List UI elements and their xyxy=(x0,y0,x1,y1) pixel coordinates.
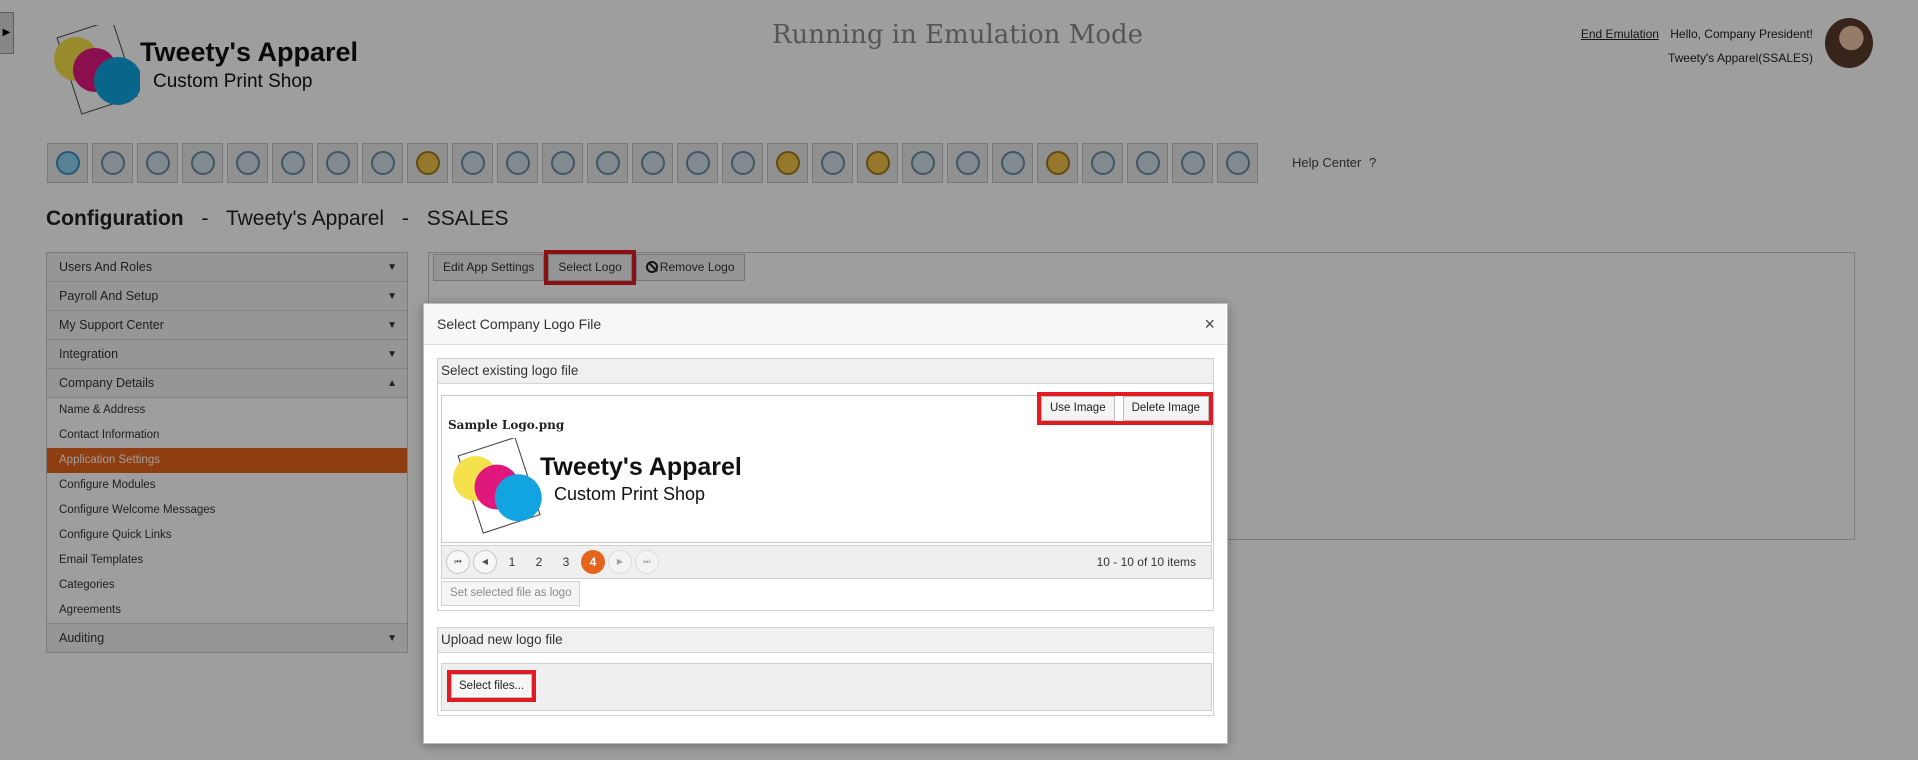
logo-image-list: Use Image Delete Image Sample Logo.png T… xyxy=(441,392,1214,543)
existing-logo-heading: Select existing logo file xyxy=(438,359,1213,384)
pager-info: 10 - 10 of 10 items xyxy=(1096,555,1196,569)
page-3[interactable]: 3 xyxy=(554,550,578,574)
pager: ⏮ ◀ 1 2 3 4 ▶ ⏭ 10 - 10 of 10 items xyxy=(441,545,1212,579)
upload-dropzone[interactable]: Select files... xyxy=(441,663,1212,711)
preview-title: Tweety's Apparel xyxy=(540,453,742,481)
preview-subtitle: Custom Print Shop xyxy=(554,484,706,504)
set-selected-logo-button[interactable]: Set selected file as logo xyxy=(441,581,581,606)
image-actions: Use Image Delete Image xyxy=(1036,392,1214,425)
logo-circles-icon xyxy=(453,436,542,534)
first-page-icon[interactable]: ⏮ xyxy=(446,550,470,574)
prev-page-icon[interactable]: ◀ xyxy=(473,550,497,574)
page-2[interactable]: 2 xyxy=(527,550,551,574)
existing-logo-section: Select existing logo file Use Image Dele… xyxy=(437,358,1214,611)
select-logo-dialog: Select Company Logo File × Select existi… xyxy=(423,303,1228,744)
next-page-icon[interactable]: ▶ xyxy=(608,550,632,574)
last-page-icon[interactable]: ⏭ xyxy=(635,550,659,574)
use-image-button[interactable]: Use Image xyxy=(1040,396,1115,421)
upload-logo-section: Upload new logo file Select files... xyxy=(437,627,1214,716)
select-files-button[interactable]: Select files... xyxy=(446,670,537,702)
close-icon[interactable]: × xyxy=(1204,304,1215,345)
page-4-current[interactable]: 4 xyxy=(581,550,605,574)
file-name: Sample Logo.png xyxy=(448,418,565,432)
dialog-title: Select Company Logo File xyxy=(437,316,602,332)
logo-preview-image[interactable]: Tweety's Apparel Custom Print Shop xyxy=(450,436,770,534)
upload-logo-heading: Upload new logo file xyxy=(438,628,1213,653)
delete-image-button[interactable]: Delete Image xyxy=(1122,396,1209,421)
dialog-header: Select Company Logo File × xyxy=(424,304,1227,345)
page-1[interactable]: 1 xyxy=(500,550,524,574)
